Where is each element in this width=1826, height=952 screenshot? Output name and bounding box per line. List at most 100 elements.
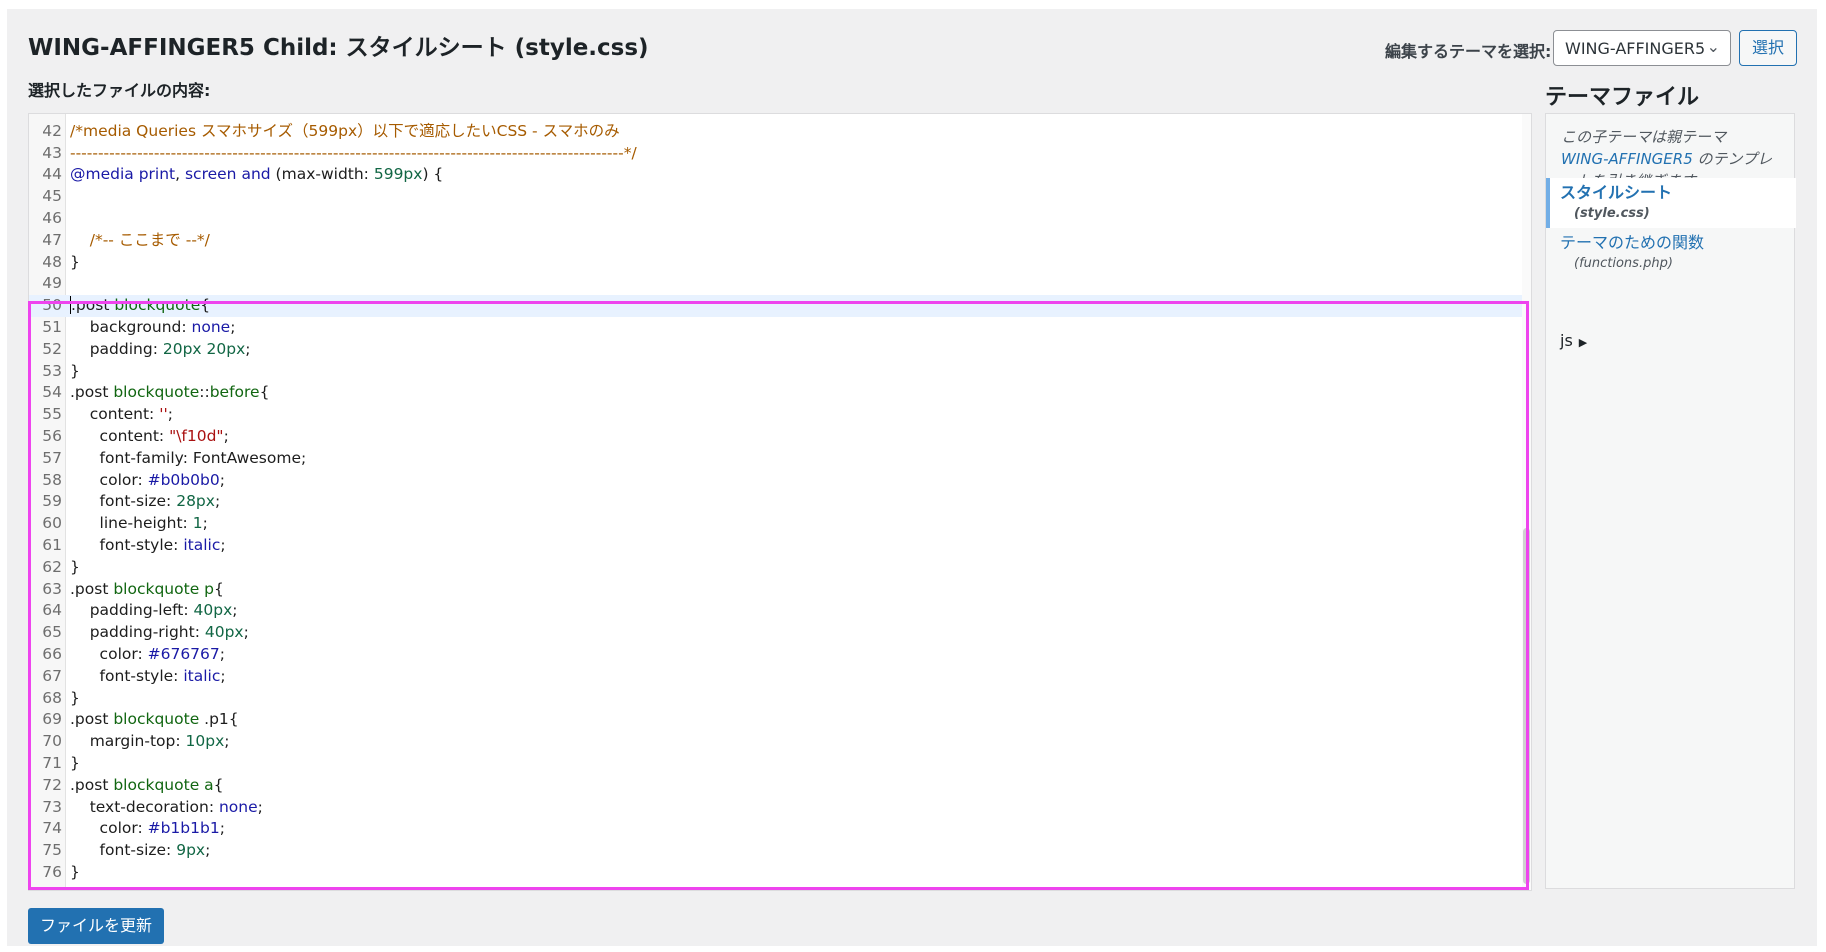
code-line[interactable]: 71}: [29, 753, 1531, 775]
line-number: 68: [42, 688, 62, 707]
code-token: }: [70, 753, 80, 772]
code-token: none: [191, 317, 231, 336]
code-token: background:: [70, 317, 192, 336]
line-code: .post blockquote p{: [70, 579, 224, 601]
code-line[interactable]: 56 content: "\f10d";: [29, 426, 1531, 448]
code-line[interactable]: 47 /*-- ここまで --*/: [29, 230, 1531, 252]
line-number: 45: [42, 187, 62, 206]
code-line[interactable]: 75 font-size: 9px;: [29, 840, 1531, 862]
code-token: padding-left:: [70, 601, 194, 620]
line-code: /*media Queries スマホサイズ（599px）以下で適応したいCSS…: [70, 121, 620, 143]
code-line[interactable]: 73 text-decoration: none;: [29, 797, 1531, 819]
code-line[interactable]: 59 font-size: 28px;: [29, 491, 1531, 513]
line-number: 42: [42, 121, 62, 140]
line-number: 52: [42, 339, 62, 358]
line-code: }: [70, 688, 80, 710]
code-line[interactable]: 57 font-family: FontAwesome;: [29, 448, 1531, 470]
code-line[interactable]: 68}: [29, 688, 1531, 710]
editor-scrollbar-thumb[interactable]: [1523, 528, 1530, 884]
line-code: font-style: italic;: [70, 535, 226, 557]
code-token: blockquote: [113, 710, 200, 729]
code-line[interactable]: 50 .post blockquote{: [29, 295, 1531, 317]
code-line[interactable]: 74 color: #b1b1b1;: [29, 818, 1531, 840]
code-line[interactable]: 54 .post blockquote::before{: [29, 382, 1531, 404]
line-number: 69: [42, 710, 62, 729]
code-line[interactable]: 63 .post blockquote p{: [29, 579, 1531, 601]
update-file-button[interactable]: ファイルを更新: [28, 908, 164, 944]
code-token: .post: [71, 296, 115, 315]
code-line[interactable]: 42 /*media Queries スマホサイズ（599px）以下で適応したいC…: [29, 121, 1531, 143]
line-number: 44: [42, 165, 62, 184]
code-token: #b0b0b0: [147, 470, 220, 489]
code-line[interactable]: 66 color: #676767;: [29, 644, 1531, 666]
code-token: 10px: [185, 732, 225, 751]
code-line[interactable]: 70 margin-top: 10px;: [29, 731, 1531, 753]
code-token: 20px: [162, 339, 202, 358]
code-lines[interactable]: 4142 /*media Queries スマホサイズ（599px）以下で適応した…: [29, 114, 1531, 884]
theme-select-label: 編集するテーマを選択:: [1385, 42, 1552, 61]
file-item-functions-php[interactable]: テーマのための関数 (functions.php): [1546, 232, 1796, 274]
code-token: ;: [219, 470, 225, 489]
line-code: color: #676767;: [70, 644, 225, 666]
code-token: .p1{: [199, 710, 239, 729]
code-token: color:: [70, 644, 148, 663]
line-code: color: #b0b0b0;: [70, 470, 225, 492]
code-token: {: [213, 775, 224, 794]
code-token: ;: [220, 535, 226, 554]
code-line[interactable]: 46: [29, 208, 1531, 230]
file-item-style-css[interactable]: スタイルシート (style.css): [1546, 178, 1796, 228]
code-token: blockquote p: [113, 579, 214, 598]
code-line[interactable]: 43 --------------------------------------…: [29, 143, 1531, 165]
folder-name[interactable]: js: [1560, 331, 1573, 350]
line-code: padding-right: 40px;: [70, 622, 249, 644]
code-line[interactable]: 69 .post blockquote .p1{: [29, 709, 1531, 731]
code-line[interactable]: 67 font-style: italic;: [29, 666, 1531, 688]
line-code: .post blockquote a{: [70, 775, 224, 797]
folder-item-js[interactable]: js ▶: [1560, 331, 1587, 350]
code-line[interactable]: 44 @media print, screen and (max-width: 5…: [29, 164, 1531, 186]
code-line[interactable]: 58 color: #b0b0b0;: [29, 470, 1531, 492]
code-token: }: [70, 862, 80, 881]
code-line[interactable]: 62}: [29, 557, 1531, 579]
select-theme-button[interactable]: 選択: [1739, 30, 1797, 66]
line-number: 56: [42, 426, 62, 445]
code-token: 599px: [373, 165, 423, 184]
parent-theme-link[interactable]: WING-AFFINGER5: [1561, 150, 1693, 168]
line-number: 71: [42, 753, 62, 772]
code-token: {: [200, 296, 211, 315]
line-code: margin-top: 10px;: [70, 731, 230, 753]
file-name[interactable]: テーマのための関数: [1560, 232, 1796, 254]
line-number: 55: [42, 405, 62, 424]
code-line[interactable]: 41: [29, 114, 1531, 121]
line-code: @media print, screen and (max-width: 599…: [70, 164, 443, 186]
code-token: blockquote: [114, 296, 201, 315]
line-code: background: none;: [70, 317, 236, 339]
line-number: 54: [42, 383, 62, 402]
code-line[interactable]: 52 padding: 20px 20px;: [29, 339, 1531, 361]
code-token: margin-top:: [70, 732, 186, 751]
file-path: (style.css): [1574, 206, 1650, 221]
code-line[interactable]: 45: [29, 186, 1531, 208]
code-line[interactable]: 51 background: none;: [29, 317, 1531, 339]
line-number: 58: [42, 470, 62, 489]
code-line[interactable]: 61 font-style: italic;: [29, 535, 1531, 557]
code-line[interactable]: 53}: [29, 361, 1531, 383]
code-line[interactable]: 76}: [29, 862, 1531, 884]
code-line[interactable]: 55 content: '';: [29, 404, 1531, 426]
line-number: 41: [29, 114, 62, 121]
code-line[interactable]: 60 line-height: 1;: [29, 513, 1531, 535]
code-token: ;: [245, 339, 251, 358]
code-line[interactable]: 72 .post blockquote a{: [29, 775, 1531, 797]
code-token: ;: [243, 623, 249, 642]
code-line[interactable]: 64 padding-left: 40px;: [29, 600, 1531, 622]
code-line[interactable]: 49: [29, 273, 1531, 295]
file-name[interactable]: スタイルシート: [1560, 182, 1796, 204]
line-number: 57: [42, 448, 62, 467]
code-line[interactable]: 48}: [29, 252, 1531, 274]
line-number: 73: [42, 797, 62, 816]
line-number: 74: [42, 819, 62, 838]
theme-select[interactable]: WING-AFFINGER5 ⌄: [1553, 30, 1731, 66]
code-token: color:: [70, 470, 148, 489]
code-editor[interactable]: 4142 /*media Queries スマホサイズ（599px）以下で適応した…: [28, 113, 1532, 891]
code-line[interactable]: 65 padding-right: 40px;: [29, 622, 1531, 644]
